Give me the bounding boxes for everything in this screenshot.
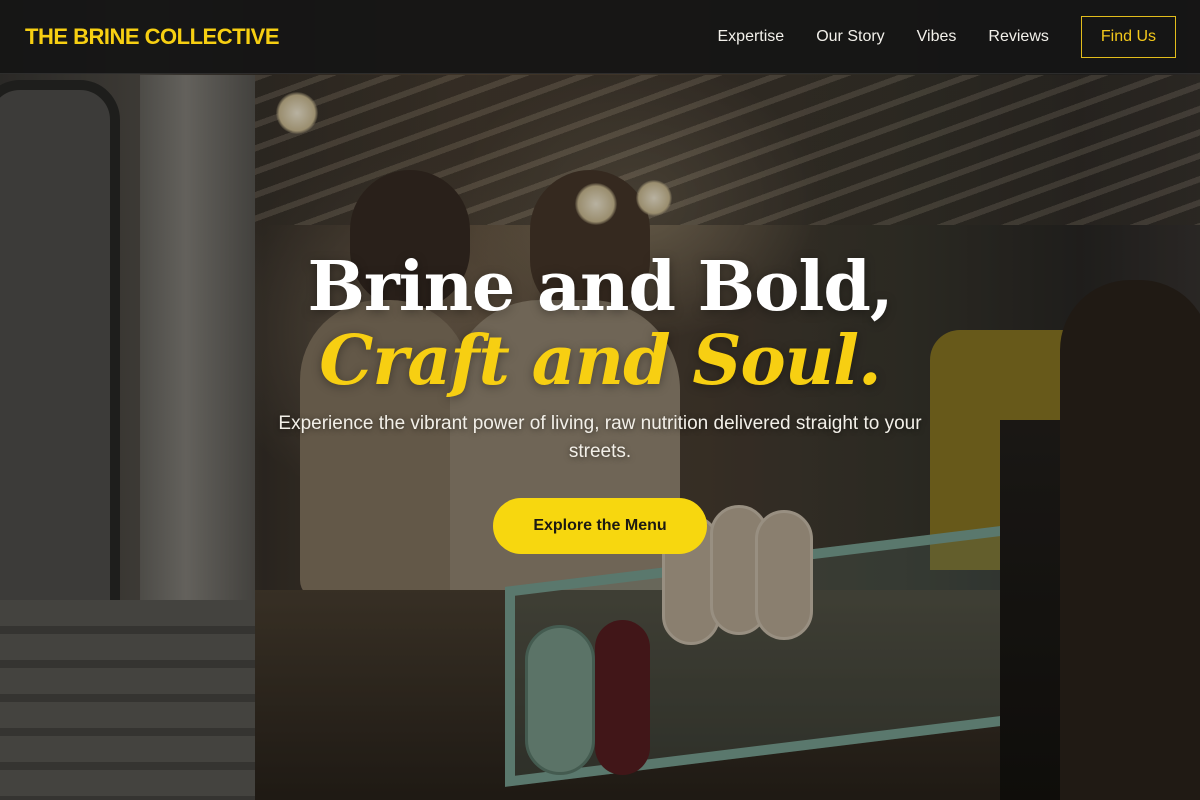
find-us-button[interactable]: Find Us — [1080, 15, 1176, 58]
hero-headline-line-1: Brine and Bold, — [307, 247, 893, 327]
hero-headline: Brine and Bold, Craft and Soul. — [200, 250, 1000, 398]
hero-subtitle: Experience the vibrant power of living, … — [278, 413, 922, 462]
top-navbar: THE BRINE COLLECTIVE Expertise Our Story… — [0, 0, 1200, 74]
nav-links: Expertise Our Story Vibes Reviews Find U… — [686, 15, 1176, 58]
nav-link-expertise[interactable]: Expertise — [718, 28, 785, 46]
hero-headline-line-2: Craft and Soul. — [319, 321, 881, 401]
explore-menu-button[interactable]: Explore the Menu — [493, 498, 707, 554]
hero-content: Brine and Bold, Craft and Soul. Experien… — [200, 250, 1000, 554]
nav-link-our-story[interactable]: Our Story — [816, 28, 884, 46]
nav-link-reviews[interactable]: Reviews — [988, 28, 1048, 46]
brand-logo[interactable]: THE BRINE COLLECTIVE — [25, 24, 280, 50]
nav-link-vibes[interactable]: Vibes — [917, 28, 957, 46]
